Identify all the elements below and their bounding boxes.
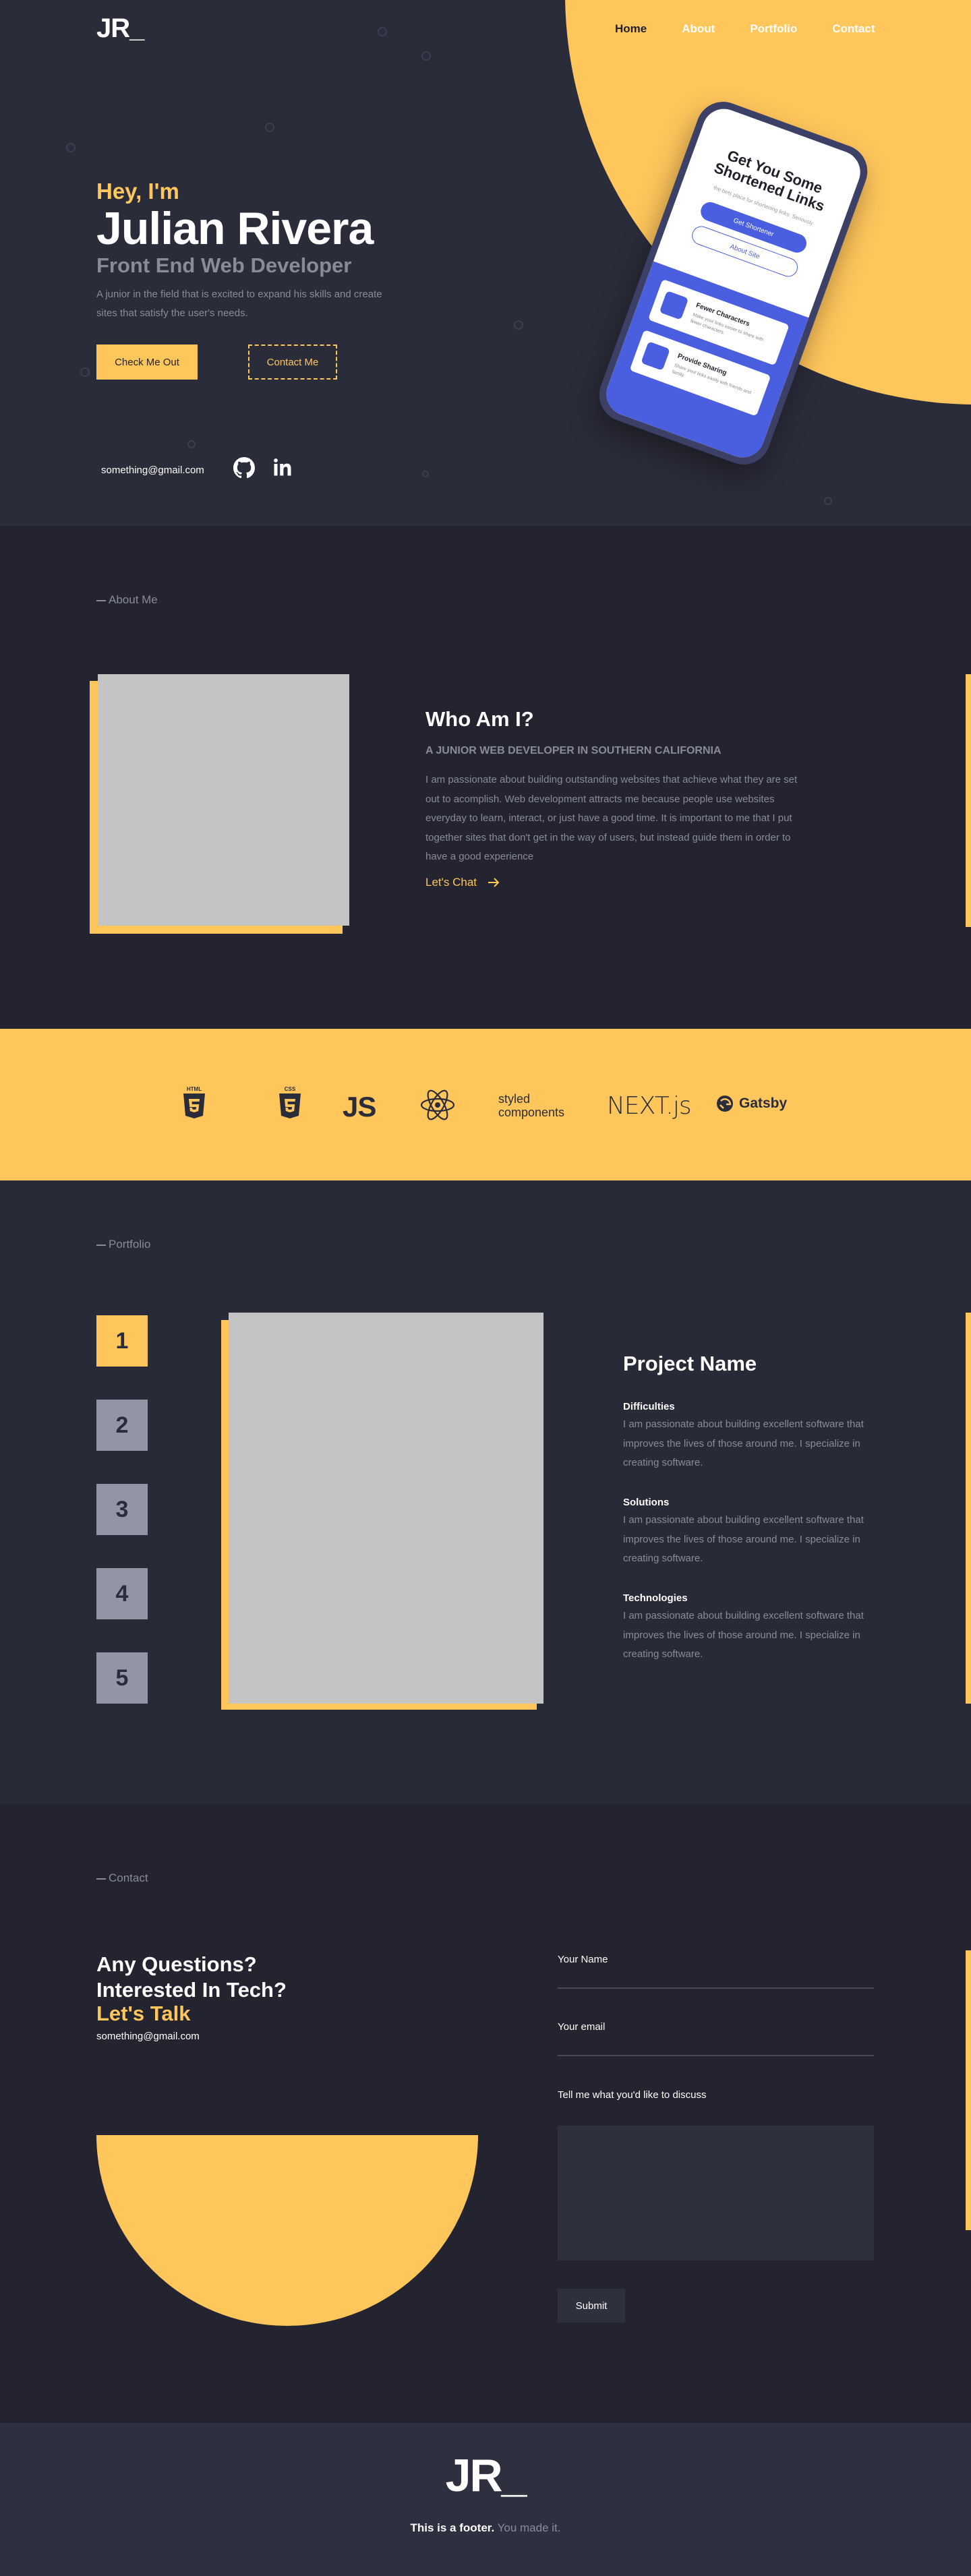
contact-heading-line1: Any Questions? <box>96 1952 257 1976</box>
project-number-1[interactable]: 1 <box>96 1315 148 1367</box>
decor-dot <box>187 440 196 448</box>
decor-dot <box>378 27 387 36</box>
decor-dot <box>422 471 429 477</box>
phone-blue-panel: Fewer Characters Make your links easier … <box>600 261 809 464</box>
project-section-title: Technologies <box>623 1592 688 1604</box>
project-section-title: Solutions <box>623 1497 670 1508</box>
project-section-body: I am passionate about building excellent… <box>623 1514 864 1564</box>
name-field[interactable] <box>558 1987 874 1989</box>
github-icon[interactable] <box>233 457 255 479</box>
about-section-tag: About Me <box>96 593 158 607</box>
check-me-out-button[interactable]: Check Me Out <box>96 345 198 380</box>
svg-text:HTML: HTML <box>187 1086 202 1092</box>
arrow-right-icon <box>488 878 500 887</box>
footer-logo[interactable]: JR_ <box>0 2449 971 2502</box>
about-body: I am passionate about building outstandi… <box>425 774 798 862</box>
site-logo[interactable]: JR_ <box>96 13 144 44</box>
project-image-placeholder <box>229 1313 543 1704</box>
nav-contact[interactable]: Contact <box>832 22 875 36</box>
nav-portfolio[interactable]: Portfolio <box>750 22 797 36</box>
html5-icon: HTML <box>181 1085 208 1122</box>
main-nav: Home About Portfolio Contact <box>615 22 875 36</box>
nav-home[interactable]: Home <box>615 22 647 36</box>
footer-text: This is a footer. You made it. <box>0 2521 971 2535</box>
decor-dot <box>80 367 90 377</box>
project-number-5[interactable]: 5 <box>96 1652 148 1704</box>
project-section-title: Difficulties <box>623 1401 675 1412</box>
hero-blurb: A junior in the field that is excited to… <box>96 289 382 319</box>
hero-name: Julian Rivera <box>96 203 374 254</box>
footer-text-bold: This is a footer. <box>410 2521 495 2534</box>
portfolio-section-tag: Portfolio <box>96 1238 150 1251</box>
project-number-4[interactable]: 4 <box>96 1568 148 1619</box>
decor-dot <box>265 123 274 132</box>
message-field-label: Tell me what you'd like to discuss <box>558 2089 707 2101</box>
hero-email[interactable]: something@gmail.com <box>101 465 204 476</box>
decor-dot <box>824 497 832 505</box>
name-field-label: Your Name <box>558 1954 608 1965</box>
contact-heading: Any Questions? Interested In Tech? <box>96 1952 287 2003</box>
email-field[interactable] <box>558 2055 874 2056</box>
project-title: Project Name <box>623 1352 757 1375</box>
about-heading: Who Am I? <box>425 707 534 731</box>
contact-heading-line2: Interested In Tech? <box>96 1978 287 2002</box>
chat-icon <box>641 341 670 371</box>
css3-icon: CSS <box>276 1085 303 1122</box>
contact-email[interactable]: something@gmail.com <box>96 2031 200 2042</box>
svg-text:CSS: CSS <box>285 1086 296 1092</box>
hero-role: Front End Web Developer <box>96 253 352 277</box>
linkedin-icon[interactable] <box>272 457 294 479</box>
decor-dot <box>421 51 431 61</box>
styled-components-logo: styled components <box>498 1092 565 1119</box>
lets-talk-heading: Let's Talk <box>96 2002 191 2025</box>
lets-chat-label: Let's Chat <box>425 876 477 889</box>
tech-strip: HTML CSS JS styled components NEXT.js Ga… <box>0 1029 971 1180</box>
submit-button[interactable]: Submit <box>558 2289 625 2323</box>
email-field-label: Your email <box>558 2021 606 2033</box>
contact-me-button[interactable]: Contact Me <box>248 345 337 380</box>
about-image-placeholder <box>98 674 349 926</box>
nav-about[interactable]: About <box>682 22 715 36</box>
contact-accent-bar <box>966 1950 971 2230</box>
about-accent-bar <box>966 674 971 927</box>
footer-text-muted: You made it. <box>497 2521 561 2534</box>
clipboard-icon <box>659 291 689 320</box>
project-section-body: I am passionate about building excellent… <box>623 1610 864 1660</box>
gatsby-icon <box>717 1096 733 1112</box>
lets-chat-link[interactable]: Let's Chat <box>425 876 500 889</box>
react-icon <box>419 1087 456 1127</box>
gatsby-logo: Gatsby <box>716 1095 787 1112</box>
contact-section <box>0 1804 971 2423</box>
hero-greeting: Hey, I'm <box>96 179 179 204</box>
decor-dot <box>66 143 76 152</box>
message-textarea[interactable] <box>558 2126 874 2260</box>
project-number-3[interactable]: 3 <box>96 1484 148 1535</box>
gatsby-label: Gatsby <box>739 1096 788 1111</box>
project-number-2[interactable]: 2 <box>96 1400 148 1451</box>
javascript-logo: JS <box>343 1091 376 1122</box>
decor-dot <box>514 320 523 330</box>
contact-section-tag: Contact <box>96 1871 148 1885</box>
portfolio-accent-bar <box>966 1313 971 1704</box>
project-section-body: I am passionate about building excellent… <box>623 1418 864 1468</box>
about-subheading: A JUNIOR WEB DEVELOPER IN SOUTHERN CALIF… <box>425 745 722 756</box>
nextjs-logo: NEXT.js <box>607 1092 692 1120</box>
